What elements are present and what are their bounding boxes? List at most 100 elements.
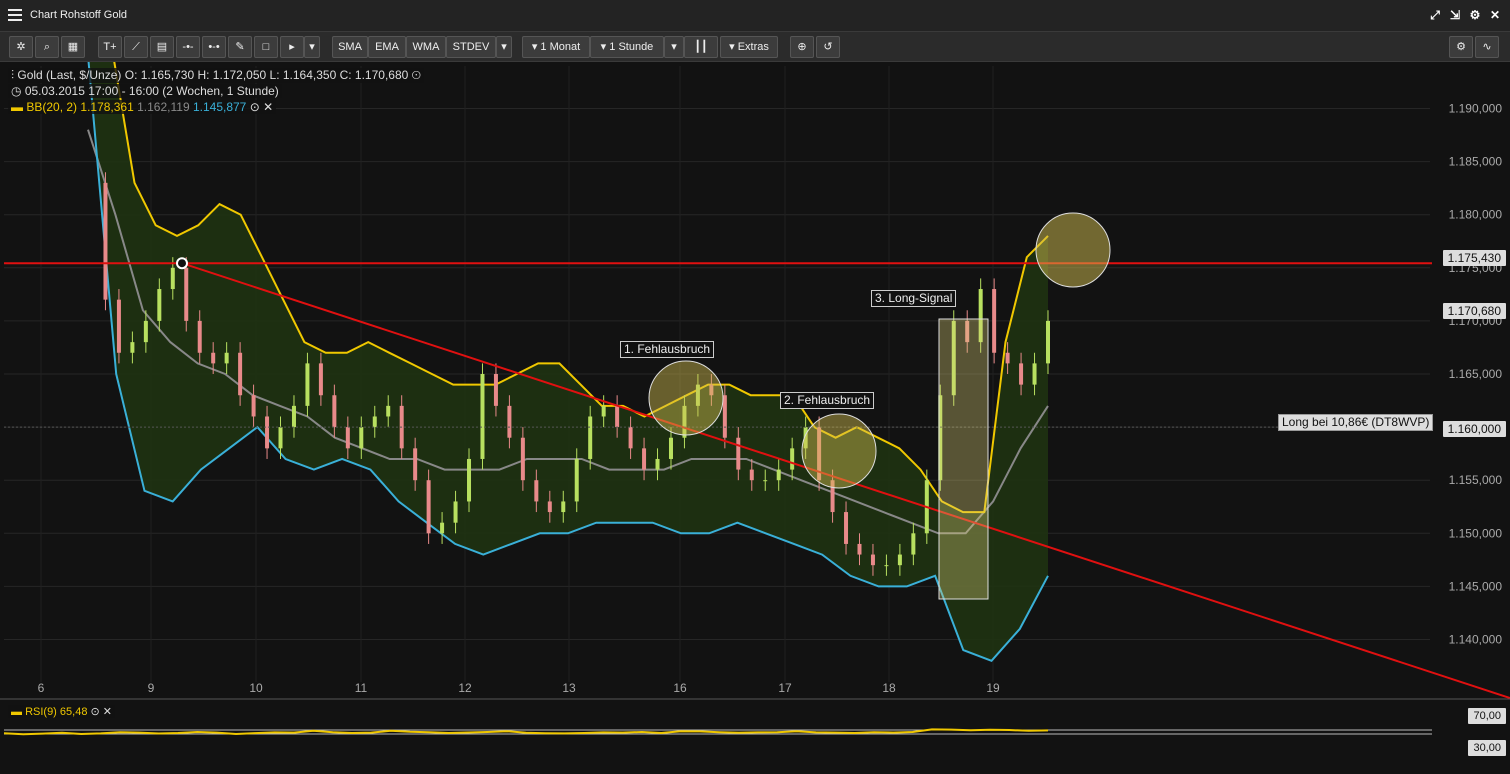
chevron-down-icon: ▾ (531, 41, 538, 53)
segment-tool-button[interactable]: •-• (202, 36, 226, 58)
legend-rsi: ▬ RSI(9) 65,48 ⊙ ✕ (8, 705, 115, 718)
undo-button[interactable]: ↺ (816, 36, 840, 58)
candle-type-button[interactable]: ┃┃ (684, 36, 718, 58)
candle-body (763, 480, 768, 482)
candle-body (655, 458, 660, 470)
bb-name: BB(20, 2) (26, 100, 78, 114)
y-tick-label: 1.180,000 (1449, 208, 1503, 222)
candle-body (668, 437, 673, 459)
hamburger-menu-icon[interactable] (8, 9, 22, 21)
annotation-long-signal[interactable]: 3. Long-Signal (871, 290, 957, 307)
candle-body (386, 405, 391, 417)
trendline-anchor-point (176, 257, 188, 270)
compare-button[interactable]: ⚙ (1449, 36, 1473, 58)
annotation-long-note[interactable]: Long bei 10,86€ (DT8WVP) (1278, 414, 1434, 431)
candle-body (184, 267, 189, 321)
range-select[interactable]: ▾ 1 Monat (522, 36, 590, 58)
rect-tool-button[interactable]: □ (254, 36, 278, 58)
bb-lower-value: 1.145,877 (192, 100, 247, 114)
stdev-button[interactable]: STDEV (446, 36, 496, 58)
layout-button[interactable]: ▦ (61, 36, 85, 58)
hline-tool-button[interactable]: -•- (176, 36, 200, 58)
text-tool-button[interactable]: T+ (98, 36, 122, 58)
expand-icon[interactable]: ⤢ (1428, 8, 1442, 22)
indicator-chart-button[interactable]: ∿ (1475, 36, 1499, 58)
close-icon[interactable]: ✕ (1488, 8, 1502, 22)
interval-select[interactable]: ▾ 1 Stunde (590, 36, 664, 58)
legend-ohlc-values: O: 1.165,730 H: 1.172,050 L: 1.164,350 C… (124, 68, 409, 82)
candle-body (911, 533, 916, 555)
indicators-dropdown[interactable]: ▾ (496, 36, 512, 58)
zoom-button[interactable]: ⊕ (790, 36, 814, 58)
candle-body (143, 320, 148, 343)
candle-body (992, 289, 997, 353)
x-tick-label: 19 (986, 681, 1000, 695)
wma-button[interactable]: WMA (406, 36, 446, 58)
rsi-level-high-tag: 70,00 (1468, 708, 1506, 724)
window-title: Chart Rohstoff Gold (30, 9, 128, 21)
line-tool-button[interactable]: ⟋ (124, 36, 148, 58)
candle-body (103, 182, 108, 300)
search-button[interactable]: ⌕ (35, 36, 59, 58)
rsi-close-icon[interactable]: ✕ (103, 706, 112, 718)
range-select-label: 1 Monat (540, 41, 581, 53)
legend-instrument: Gold (Last, $/Unze) (17, 68, 122, 82)
y-tick-label: 1.145,000 (1449, 579, 1503, 593)
tools-dropdown[interactable]: ▾ (304, 36, 320, 58)
pointer-tool-button[interactable]: ▸ (280, 36, 304, 58)
sma-button[interactable]: SMA (332, 36, 368, 58)
candle-body (790, 448, 795, 470)
settings-button[interactable]: ✲ (9, 36, 33, 58)
candle-body (1005, 352, 1010, 364)
y-tick-label: 1.190,000 (1449, 101, 1503, 115)
pencil-tool-button[interactable]: ✎ (228, 36, 252, 58)
candle-body (615, 405, 620, 428)
bb-close-icon[interactable]: ✕ (263, 100, 273, 114)
x-tick-label: 6 (38, 681, 45, 695)
candle-body (224, 352, 229, 364)
x-tick-label: 11 (355, 681, 368, 695)
annotation-fehlausbruch-2[interactable]: 2. Fehlausbruch (780, 392, 875, 409)
clock-icon: ◷ (11, 84, 22, 98)
settings-icon[interactable]: ⚙ (1468, 8, 1482, 22)
candle-body (844, 512, 849, 544)
ema-button[interactable]: EMA (368, 36, 406, 58)
candle-body (170, 267, 175, 290)
instrument-settings-icon[interactable]: ⊙ (412, 68, 421, 82)
candle-body (265, 416, 270, 449)
y-tick-label: 1.185,000 (1449, 155, 1503, 169)
candle-body (520, 437, 525, 481)
candle-body (197, 320, 202, 353)
candle-body (157, 289, 162, 321)
candle-body (305, 363, 310, 406)
candle-body (588, 416, 593, 459)
bb-settings-icon[interactable]: ⊙ (250, 100, 260, 114)
annotation-fehlausbruch-1[interactable]: 1. Fehlausbruch (620, 341, 715, 358)
bb-upper-value: 1.178,361 (80, 100, 134, 114)
candle-body (857, 543, 862, 555)
x-tick-label: 12 (458, 681, 472, 695)
candle-body (318, 363, 323, 396)
rsi-settings-icon[interactable]: ⊙ (91, 706, 100, 718)
candle-body (345, 427, 350, 449)
extras-select[interactable]: ▾ Extras (720, 36, 778, 58)
candle-body (116, 299, 121, 353)
interval-dropdown[interactable]: ▾ (664, 36, 684, 58)
candle-body (332, 395, 337, 428)
interval-select-label: 1 Stunde (609, 41, 654, 53)
last-price-tag: 1.170,680 (1442, 303, 1506, 319)
candle-body (1019, 363, 1024, 385)
candle-body (426, 480, 431, 534)
y-tick-label: 1.140,000 (1449, 633, 1503, 647)
detach-icon[interactable]: ⇲ (1448, 8, 1462, 22)
candle-body (547, 501, 552, 513)
fib-tool-button[interactable]: ▤ (150, 36, 174, 58)
candle-body (776, 469, 781, 481)
x-tick-label: 9 (148, 681, 155, 695)
chart-area[interactable]: 1.190,000 1.185,000 1.180,000 1.175,000 1.17… (0, 62, 1510, 774)
candle-body (749, 469, 754, 481)
candle-body (467, 458, 472, 502)
candle-body (884, 565, 889, 567)
candle-body (493, 374, 498, 406)
title-bar: Chart Rohstoff Gold ⤢ ⇲ ⚙ ✕ (0, 0, 1510, 32)
